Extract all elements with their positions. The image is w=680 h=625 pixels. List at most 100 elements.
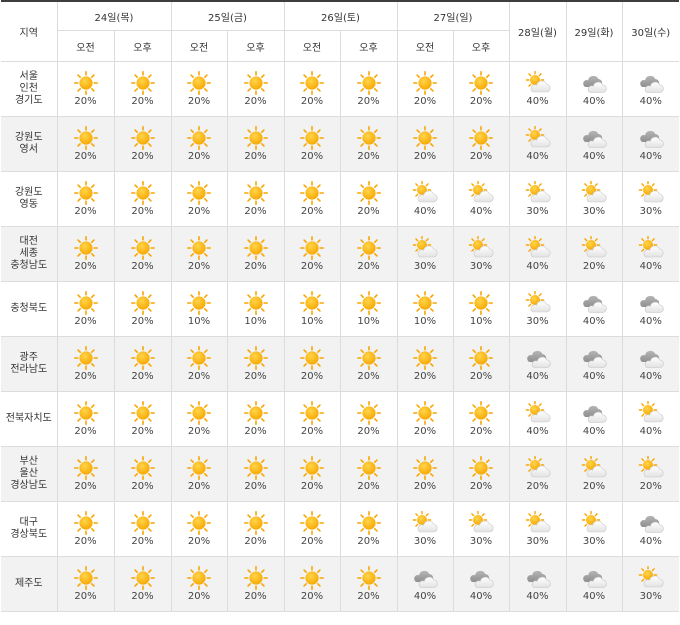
precip-probability: 40%	[582, 151, 606, 162]
partly-cloudy-icon	[525, 125, 551, 150]
precip-probability: 20%	[413, 96, 437, 107]
precip-probability: 20%	[187, 426, 211, 437]
precip-probability: 40%	[526, 96, 549, 107]
day-header: 26일(토)	[283, 0, 398, 31]
precip-probability: 20%	[187, 481, 211, 492]
precip-probability: 20%	[74, 426, 97, 437]
sunny-icon	[356, 401, 382, 426]
sunny-icon	[186, 181, 212, 206]
cloudy-icon	[525, 346, 551, 370]
sunny-icon	[412, 346, 438, 371]
forecast-cell: 20%	[283, 446, 341, 502]
forecast-cell: 20%	[170, 446, 228, 502]
sunny-icon	[412, 71, 438, 96]
cloudy-icon	[638, 511, 664, 535]
region-name-line: 경기도	[14, 95, 43, 106]
precip-probability: 20%	[469, 481, 493, 492]
precip-probability: 30%	[582, 536, 606, 547]
forecast-cell: 20%	[170, 61, 228, 117]
forecast-cell: 30%	[565, 501, 623, 557]
region-name-line: 강원도	[14, 132, 43, 143]
precip-probability: 20%	[526, 481, 549, 492]
day-header: 29일(화)	[565, 0, 623, 62]
forecast-cell: 20%	[113, 61, 172, 117]
forecast-cell: 20%	[170, 336, 228, 392]
forecast-cell: 40%	[452, 171, 510, 227]
forecast-cell: 20%	[565, 226, 623, 282]
forecast-cell: 40%	[621, 226, 679, 282]
precip-probability: 20%	[74, 371, 97, 382]
cloudy-icon	[581, 401, 607, 425]
precip-probability: 20%	[187, 536, 211, 547]
forecast-cell: 20%	[339, 61, 398, 117]
cloudy-icon	[468, 566, 494, 590]
forecast-cell: 40%	[565, 336, 623, 392]
forecast-cell: 20%	[56, 281, 115, 337]
sunny-icon	[73, 456, 99, 481]
sunny-icon	[243, 71, 269, 96]
forecast-cell: 30%	[508, 171, 567, 227]
forecast-cell: 20%	[113, 391, 172, 447]
precip-probability: 30%	[639, 591, 662, 602]
sunny-icon	[243, 456, 269, 481]
precip-probability: 20%	[131, 151, 154, 162]
sunny-icon	[130, 456, 156, 481]
forecast-cell: 30%	[508, 501, 567, 557]
forecast-cell: 20%	[226, 391, 285, 447]
precip-probability: 40%	[469, 206, 493, 217]
forecast-cell: 20%	[339, 391, 398, 447]
forecast-cell: 30%	[452, 501, 510, 557]
partly-cloudy-icon	[581, 180, 607, 205]
table-row: 강원도 영서 20% 20% 20% 20% 20% 20% 20% 20% 40% 40% 40%	[1, 116, 679, 172]
forecast-cell: 20%	[226, 226, 285, 282]
precip-probability: 20%	[357, 96, 380, 107]
precip-probability: 20%	[300, 426, 324, 437]
sunny-icon	[356, 566, 382, 591]
precip-probability: 40%	[582, 316, 606, 327]
forecast-cell: 20%	[170, 226, 228, 282]
region-name-line: 세종	[19, 248, 38, 259]
forecast-cell: 40%	[565, 556, 623, 612]
region-cell: 강원도 영서	[1, 116, 58, 172]
cloudy-icon	[581, 71, 607, 95]
sunny-icon	[130, 511, 156, 536]
sunny-icon	[468, 126, 494, 151]
sunny-icon	[243, 566, 269, 591]
forecast-cell: 20%	[283, 391, 341, 447]
forecast-cell: 40%	[508, 226, 567, 282]
forecast-cell: 40%	[565, 61, 623, 117]
forecast-cell: 20%	[56, 171, 115, 227]
sunny-icon	[243, 291, 269, 316]
partly-cloudy-icon	[412, 510, 438, 535]
precip-probability: 20%	[187, 151, 211, 162]
forecast-cell: 20%	[396, 446, 454, 502]
forecast-cell: 20%	[452, 336, 510, 392]
table-row: 강원도 영동 20% 20% 20% 20% 20% 20% 40% 40% 30% 30% 30%	[1, 171, 679, 227]
sunny-icon	[299, 71, 325, 96]
forecast-cell: 20%	[452, 391, 510, 447]
forecast-cell: 20%	[283, 336, 341, 392]
day-header: 30일(수)	[621, 0, 679, 62]
precip-probability: 20%	[187, 371, 211, 382]
sunny-icon	[73, 346, 99, 371]
cloudy-icon	[581, 126, 607, 150]
forecast-cell: 20%	[226, 446, 285, 502]
forecast-cell: 20%	[226, 171, 285, 227]
precip-probability: 20%	[413, 426, 437, 437]
sunny-icon	[130, 126, 156, 151]
forecast-cell: 20%	[226, 116, 285, 172]
sunny-icon	[412, 456, 438, 481]
forecast-cell: 20%	[170, 556, 228, 612]
precip-probability: 20%	[131, 426, 154, 437]
sunny-icon	[243, 511, 269, 536]
region-name-line: 서울	[19, 71, 38, 82]
day-header: 25일(금)	[170, 0, 285, 31]
region-name-line: 인천	[19, 83, 38, 94]
forecast-cell: 20%	[56, 116, 115, 172]
precip-probability: 10%	[413, 316, 437, 327]
precip-probability: 30%	[582, 206, 606, 217]
cloudy-icon	[638, 71, 664, 95]
sunny-icon	[130, 71, 156, 96]
forecast-cell: 20%	[113, 501, 172, 557]
precip-probability: 40%	[413, 591, 437, 602]
